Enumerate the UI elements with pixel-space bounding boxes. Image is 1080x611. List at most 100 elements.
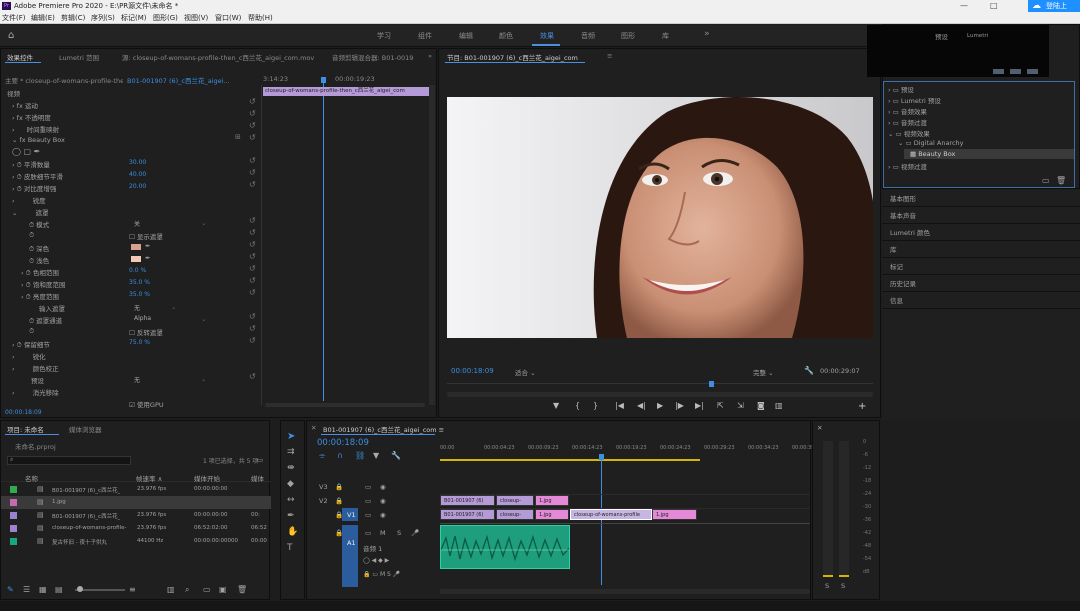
menu-window[interactable]: 窗口(W) [215,12,241,24]
param-contrast-value[interactable]: 20.00 [129,183,146,190]
track-v1-label[interactable]: V1 [347,511,356,519]
workspace-learn[interactable]: 学习 [377,31,391,41]
mask-shape-icons[interactable]: ◯ ▢ ✒ [12,147,40,156]
ec-zoom-scrollbar[interactable] [265,403,425,407]
sort-icon[interactable]: ≡ [129,585,136,594]
param-mask-channel-value[interactable]: Alpha [134,315,151,322]
tab-effect-controls[interactable]: 效果控件 [7,52,33,62]
reset-icon[interactable]: ↺ [249,97,256,106]
lock-icon[interactable]: 🔒 [335,511,343,519]
new-bin-folder-icon[interactable]: ▭ [257,456,263,464]
param-dark-color[interactable]: ⏱ 深色 [29,243,49,254]
solo-icon[interactable]: S [397,529,401,537]
param-smoothing[interactable]: › ⏱ 平滑数量 [12,159,50,170]
fx-menu-icon[interactable]: ⊞ [235,133,241,141]
timeline-clip-selected[interactable]: closeup-of-womans-profile [570,509,652,520]
param-sat-range-value[interactable]: 35.0 % [129,279,150,286]
ec-scrollbar[interactable] [429,85,435,405]
eye-icon[interactable]: ◉ [380,511,386,519]
tab-media-browser[interactable]: 媒体浏览器 [69,424,102,434]
comparison-view-icon[interactable]: ▥ [775,401,783,410]
reset-icon[interactable]: ↺ [249,121,256,130]
ec-clip-bar[interactable]: closeup-of-womans-profile-then_c西兰花_aige… [263,87,429,96]
sync-lock-icon[interactable]: ▭ [365,483,371,491]
timeline-timecode[interactable]: 00:00:18:09 [317,438,369,448]
param-luma-range-value[interactable]: 35.0 % [129,291,150,298]
param-skin-detail[interactable]: › ⏱ 皮肤细节平滑 [12,171,63,182]
more-workspaces-icon[interactable]: » [704,29,710,39]
dark-color-swatch[interactable] [131,244,141,250]
program-scrub-bar[interactable] [447,383,873,391]
go-to-out-icon[interactable]: ▶| [695,401,704,410]
add-marker-icon[interactable]: ▼ [373,451,379,460]
menu-view[interactable]: 视图(V) [184,12,208,24]
param-preset-value[interactable]: 无 [134,375,140,384]
add-button-icon[interactable]: + [858,401,866,412]
param-hue-range[interactable]: › ⏱ 色相范围 [21,267,59,278]
menu-marker[interactable]: 标记(M) [121,12,147,24]
list-view-icon[interactable]: ☰ [23,585,30,594]
solo-left-button[interactable]: S [825,582,829,590]
fit-dropdown[interactable]: 适合 ⌄ [515,367,536,377]
timeline-clip[interactable]: B01-001907 (6) [440,509,495,520]
go-to-in-icon[interactable]: |◀ [615,401,624,410]
param-mask-channel[interactable]: ⏱ 遮罩通道 [29,315,62,326]
param-hue-range-value[interactable]: 0.0 % [129,267,146,274]
eye-icon[interactable]: ◉ [380,497,386,505]
timeline-clip[interactable]: 1.jpg [535,509,569,520]
panel-essential-sound[interactable]: 基本声音 [890,210,916,220]
track-a1-label[interactable]: A1 [347,539,356,547]
tree-video-effects[interactable]: ⌄ ▭ 视频效果 [888,128,930,138]
timeline-clip[interactable]: closeup- [496,509,534,520]
panel-markers[interactable]: 标记 [890,261,903,271]
param-mask-group[interactable]: ⌄ 遮罩 [12,207,49,217]
program-menu-icon[interactable]: ≡ [607,52,612,60]
tree-audio-transitions[interactable]: › ▭ 音频过渡 [888,117,927,127]
linked-selection-icon[interactable]: ⛓ [355,451,365,460]
param-light-color[interactable]: ⏱ 浅色 [29,255,49,266]
param-sharpen-group[interactable]: › 锐度 [12,195,46,205]
workspace-assembly[interactable]: 组件 [418,31,432,41]
ripple-edit-tool-icon[interactable]: ⇼ [287,463,295,473]
project-row[interactable]: ▤ 复古怀旧 - 夜十子供丸 44100 Hz 00:00:00:00000 00:00 [1,535,271,548]
show-mask-checkbox[interactable]: ☐ 显示遮罩 [129,231,163,241]
timeline-clip[interactable]: 1.jpg [535,495,569,506]
tab-sequence[interactable]: B01-001907 (6)_c西兰花_aigei_com ≡ [323,424,444,434]
reset-icon[interactable]: ↺ [249,312,256,321]
timeline-close-icon[interactable]: ✕ [311,424,316,432]
workspace-libraries[interactable]: 库 [662,31,669,41]
login-button[interactable]: ☁ 登陆上 [1028,0,1080,12]
new-item-icon[interactable]: ▣ [219,585,227,594]
fx-motion[interactable]: › fx 运动 [12,100,38,110]
home-icon[interactable]: ⌂ [8,30,14,41]
dropdown-icon[interactable]: ⌄ [171,303,176,311]
add-marker-icon[interactable]: ▼ [553,401,559,410]
menu-clip[interactable]: 剪辑(C) [61,12,85,24]
lock-icon[interactable]: 🔒 [335,483,343,491]
workspace-color[interactable]: 颜色 [499,31,513,41]
tree-video-transitions[interactable]: › ▭ 视频过渡 [888,161,927,171]
mark-out-icon[interactable]: } [593,401,598,410]
eyedropper-icon[interactable]: ✒ [145,242,150,250]
selection-tool-icon[interactable]: ➤ [287,431,295,442]
workspace-edit[interactable]: 编辑 [459,31,473,41]
use-gpu-checkbox[interactable]: ☑ 使用GPU [129,399,164,409]
slip-tool-icon[interactable]: ↔ [287,495,295,505]
menu-graphics[interactable]: 图形(G) [153,12,178,24]
track-controls-row[interactable]: 🔒 ▭ M S 🎤 [363,571,400,578]
dropdown-icon[interactable]: ⌄ [201,375,206,383]
param-preserve-detail[interactable]: › ⏱ 保留细节 [12,339,50,350]
column-media-end[interactable]: 媒体 [251,473,264,483]
param-sat-range[interactable]: › ⏱ 饱和度范围 [21,279,65,290]
project-row[interactable]: ▤ B01-001907 (6)_c西兰花_ 23.976 fps 00:00:00:… [1,483,271,496]
sequence-clip-label[interactable]: B01-001907 (6)_c西兰花_aigei... [127,75,249,85]
tab-lumetri-scopes[interactable]: Lumetri 范围 [59,52,99,62]
new-bin-icon[interactable]: ▭ [203,585,211,594]
extract-icon[interactable]: ⇲ [737,401,744,410]
step-forward-icon[interactable]: |▶ [675,401,684,410]
panel-lumetri-color[interactable]: Lumetri 颜色 [890,227,930,237]
param-shine-removal[interactable]: › 消光移除 [12,387,59,397]
param-contrast[interactable]: › ⏱ 对比度增强 [12,183,56,194]
delete-icon[interactable]: 🗑 [1056,176,1066,185]
hand-tool-icon[interactable]: ✋ [287,527,298,537]
